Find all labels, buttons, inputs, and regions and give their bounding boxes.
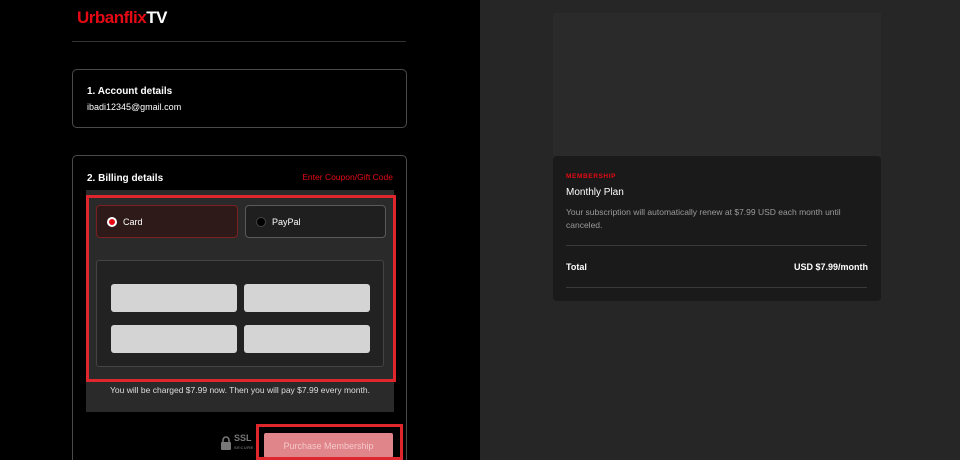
charge-note: You will be charged $7.99 now. Then you … bbox=[110, 385, 370, 395]
brand-name: Urbanflix bbox=[77, 8, 147, 27]
ssl-label: SSL bbox=[234, 433, 252, 443]
plan-name: Monthly Plan bbox=[566, 187, 624, 198]
summary-divider bbox=[566, 287, 867, 288]
billing-details-section: 2. Billing details Enter Coupon/Gift Cod… bbox=[72, 155, 407, 460]
payment-method-card[interactable]: Card bbox=[96, 205, 238, 238]
brand-suffix: TV bbox=[146, 8, 167, 27]
account-email: ibadi12345@gmail.com bbox=[87, 102, 182, 112]
payment-method-paypal-label: PayPal bbox=[272, 216, 301, 227]
card-name-field[interactable] bbox=[244, 284, 370, 312]
card-cvc-field[interactable] bbox=[244, 325, 370, 353]
purchase-membership-button[interactable]: Purchase Membership bbox=[264, 433, 393, 458]
card-expiry-field[interactable] bbox=[111, 325, 237, 353]
promo-panel bbox=[553, 13, 881, 156]
ssl-sublabel: SECURE bbox=[234, 445, 254, 450]
summary-pane: MEMBERSHIP Monthly Plan Your subscriptio… bbox=[480, 0, 960, 460]
coupon-code-link[interactable]: Enter Coupon/Gift Code bbox=[302, 172, 393, 182]
renewal-text: Your subscription will automatically ren… bbox=[566, 207, 841, 230]
account-details-section: 1. Account details ibadi12345@gmail.com bbox=[72, 69, 407, 128]
total-value: USD $7.99/month bbox=[793, 262, 868, 272]
payment-method-paypal[interactable]: PayPal bbox=[245, 205, 386, 238]
radio-unselected-icon bbox=[256, 216, 266, 227]
ssl-badge: SSL SECURE bbox=[220, 434, 254, 452]
order-summary-card: MEMBERSHIP Monthly Plan Your subscriptio… bbox=[553, 156, 881, 301]
billing-details-title: 2. Billing details bbox=[87, 173, 164, 184]
radio-selected-icon bbox=[107, 216, 117, 227]
summary-divider bbox=[566, 245, 867, 246]
card-number-field[interactable] bbox=[111, 284, 237, 312]
payment-method-card-label: Card bbox=[123, 216, 143, 227]
membership-eyebrow: MEMBERSHIP bbox=[566, 173, 617, 180]
total-label: Total bbox=[566, 262, 587, 272]
card-fields-container bbox=[96, 260, 384, 367]
brand-logo[interactable]: UrbanflixTV bbox=[77, 8, 167, 28]
lock-icon bbox=[221, 436, 231, 450]
checkout-pane: UrbanflixTV 1. Account details ibadi1234… bbox=[0, 0, 480, 460]
account-details-title: 1. Account details bbox=[87, 86, 173, 97]
header-divider bbox=[72, 41, 406, 42]
